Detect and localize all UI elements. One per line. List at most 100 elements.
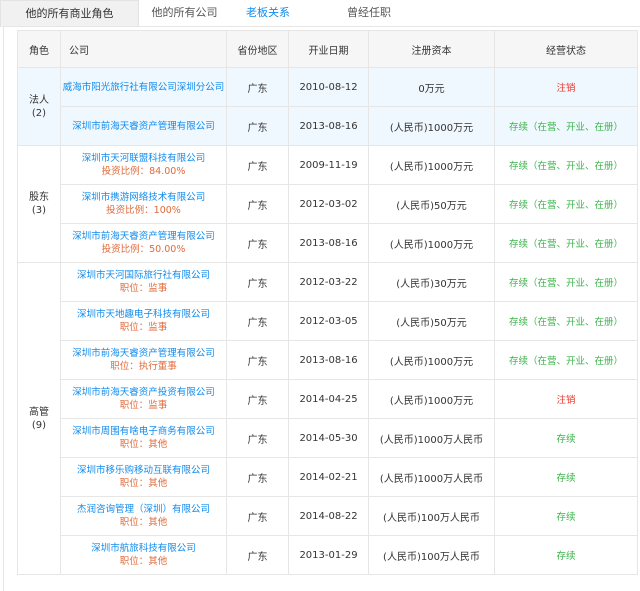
company-detail: 职位：其他 <box>119 517 168 528</box>
company-link[interactable]: 威海市阳光旅行社有限公司深圳分公司 <box>61 81 226 94</box>
status-text: 存续（在营、开业、在册） <box>508 317 623 328</box>
company-detail: 职位：其他 <box>119 439 168 450</box>
company-link[interactable]: 深圳市前海天睿资产管理有限公司 <box>61 347 226 360</box>
table-row: 深圳市前海天睿资产管理有限公司 广东 2013-08-16 (人民币)1000万元 存续… <box>18 106 638 146</box>
company-detail: 职位：监事 <box>119 322 168 333</box>
company-link[interactable]: 深圳市天河国际旅行社有限公司 <box>61 269 226 282</box>
status-text: 存续（在营、开业、在册） <box>508 122 623 133</box>
company-link[interactable]: 深圳市前海天睿资产管理有限公司 <box>61 230 226 243</box>
roles-table: 角色 公司 省份地区 开业日期 注册资本 经营状态 法人 (2) 威海市阳光旅行社有… <box>17 30 638 575</box>
tab-former-positions[interactable]: 曾经任职 <box>304 0 434 26</box>
region-cell: 广东 <box>226 67 289 107</box>
company-cell: 深圳市天河国际旅行社有限公司 职位：监事 <box>60 262 227 302</box>
date-cell: 2013-01-29 <box>288 535 369 575</box>
status-cell: 注销 <box>494 379 638 419</box>
table-header-row: 角色 公司 省份地区 开业日期 注册资本 经营状态 <box>17 30 638 68</box>
role-count: (2) <box>31 107 47 119</box>
table-row: 深圳市前海天睿资产管理有限公司 职位：执行董事 广东 2013-08-16 (人民币)1… <box>18 340 638 380</box>
company-cell: 深圳市前海天睿资产投资有限公司 职位：监事 <box>60 379 227 419</box>
header-role: 角色 <box>17 30 61 68</box>
company-link[interactable]: 深圳市移乐购移动互联有限公司 <box>61 464 226 477</box>
role-label: 高管 <box>29 406 49 418</box>
company-cell: 深圳市移乐购移动互联有限公司 职位：其他 <box>60 457 227 497</box>
company-link[interactable]: 深圳市航旅科技有限公司 <box>61 542 226 555</box>
company-link[interactable]: 深圳市前海天睿资产投资有限公司 <box>61 386 226 399</box>
company-detail: 职位：其他 <box>119 556 168 567</box>
status-cell: 存续（在营、开业、在册） <box>494 301 638 341</box>
company-link[interactable]: 杰润咨询管理（深圳）有限公司 <box>61 503 226 516</box>
company-link[interactable]: 深圳市前海天睿资产管理有限公司 <box>61 120 226 133</box>
status-text: 存续 <box>556 512 576 523</box>
table-row: 深圳市前海天睿资产投资有限公司 职位：监事 广东 2014-04-25 (人民币)100… <box>18 379 638 419</box>
company-cell: 深圳市天河联盟科技有限公司 投资比例：84.00% <box>60 145 227 185</box>
status-cell: 存续（在营、开业、在册） <box>494 223 638 263</box>
status-cell: 存续 <box>494 418 638 458</box>
region-cell: 广东 <box>226 106 289 146</box>
header-status: 经营状态 <box>494 30 638 68</box>
status-cell: 存续 <box>494 496 638 536</box>
company-link[interactable]: 深圳市天河联盟科技有限公司 <box>61 152 226 165</box>
date-cell: 2012-03-22 <box>288 262 369 302</box>
company-link[interactable]: 深圳市携游网络技术有限公司 <box>61 191 226 204</box>
status-cell: 存续（在营、开业、在册） <box>494 262 638 302</box>
region-cell: 广东 <box>226 301 289 341</box>
company-detail: 投资比例：50.00% <box>101 244 186 255</box>
table-row: 杰润咨询管理（深圳）有限公司 职位：其他 广东 2014-08-22 (人民币)100万… <box>18 496 638 536</box>
status-text: 存续 <box>556 434 576 445</box>
company-detail: 投资比例：100% <box>106 205 181 216</box>
company-detail: 职位：执行董事 <box>110 361 177 372</box>
region-cell: 广东 <box>226 184 289 224</box>
region-cell: 广东 <box>226 379 289 419</box>
role-cell: 股东 (3) <box>17 145 61 263</box>
region-cell: 广东 <box>226 340 289 380</box>
status-cell: 存续（在营、开业、在册） <box>494 184 638 224</box>
company-link[interactable]: 深圳市周围有啥电子商务有限公司 <box>61 425 226 438</box>
tab-all-companies[interactable]: 他的所有公司 <box>137 0 232 26</box>
company-cell: 杰润咨询管理（深圳）有限公司 职位：其他 <box>60 496 227 536</box>
table-row: 深圳市天地趣电子科技有限公司 职位：监事 广东 2012-03-05 (人民币)50万元… <box>18 301 638 341</box>
table-row: 高管 (9) 深圳市天河国际旅行社有限公司 职位：监事 广东 2012-03-22 (人民币… <box>17 262 638 575</box>
company-cell: 深圳市前海天睿资产管理有限公司 投资比例：50.00% <box>60 223 227 263</box>
company-cell: 深圳市天地趣电子科技有限公司 职位：监事 <box>60 301 227 341</box>
status-cell: 存续（在营、开业、在册） <box>494 106 638 146</box>
capital-cell: (人民币)100万人民币 <box>368 496 495 536</box>
company-detail: 职位：其他 <box>119 478 168 489</box>
role-count: (3) <box>31 205 47 216</box>
status-text: 存续（在营、开业、在册） <box>508 200 623 211</box>
table-row: 深圳市携游网络技术有限公司 投资比例：100% 广东 2012-03-02 (人民币)5… <box>18 184 638 224</box>
tab-boss-relations[interactable]: 老板关系 <box>232 0 304 26</box>
region-cell: 广东 <box>226 418 289 458</box>
table-row: 深圳市周围有啥电子商务有限公司 职位：其他 广东 2014-05-30 (人民币)100… <box>18 418 638 458</box>
capital-cell: (人民币)50万元 <box>368 184 495 224</box>
region-cell: 广东 <box>226 145 289 185</box>
table-body: 法人 (2) 威海市阳光旅行社有限公司深圳分公司 广东 2010-08-12 0万元 注销深… <box>17 67 638 575</box>
company-detail: 投资比例：84.00% <box>101 166 186 177</box>
capital-cell: (人民币)1000万人民币 <box>368 457 495 497</box>
table-row: 股东 (3) 深圳市天河联盟科技有限公司 投资比例：84.00% 广东 2009-11-1… <box>17 145 638 263</box>
date-cell: 2013-08-16 <box>288 106 369 146</box>
date-cell: 2009-11-19 <box>288 145 369 185</box>
status-text: 存续 <box>556 473 576 484</box>
region-cell: 广东 <box>226 496 289 536</box>
table-row: 深圳市移乐购移动互联有限公司 职位：其他 广东 2014-02-21 (人民币)1000… <box>18 457 638 497</box>
header-company: 公司 <box>60 30 227 68</box>
date-cell: 2012-03-02 <box>288 184 369 224</box>
date-cell: 2012-03-05 <box>288 301 369 341</box>
company-cell: 深圳市航旅科技有限公司 职位：其他 <box>60 535 227 575</box>
company-link[interactable]: 深圳市天地趣电子科技有限公司 <box>61 308 226 321</box>
status-cell: 注销 <box>494 67 638 107</box>
capital-cell: (人民币)1000万元 <box>368 223 495 263</box>
capital-cell: (人民币)50万元 <box>368 301 495 341</box>
status-text: 存续（在营、开业、在册） <box>508 356 623 367</box>
capital-cell: (人民币)1000万元 <box>368 106 495 146</box>
status-text: 注销 <box>556 395 576 406</box>
table-row: 深圳市航旅科技有限公司 职位：其他 广东 2013-01-29 (人民币)100万人民币… <box>18 535 638 575</box>
region-cell: 广东 <box>226 535 289 575</box>
role-cell: 高管 (9) <box>17 262 61 575</box>
date-cell: 2014-02-21 <box>288 457 369 497</box>
tab-business-roles[interactable]: 他的所有商业角色 <box>0 0 139 27</box>
capital-cell: (人民币)1000万元 <box>368 379 495 419</box>
company-cell: 威海市阳光旅行社有限公司深圳分公司 <box>60 67 227 107</box>
region-cell: 广东 <box>226 223 289 263</box>
role-label: 股东 <box>29 192 49 203</box>
